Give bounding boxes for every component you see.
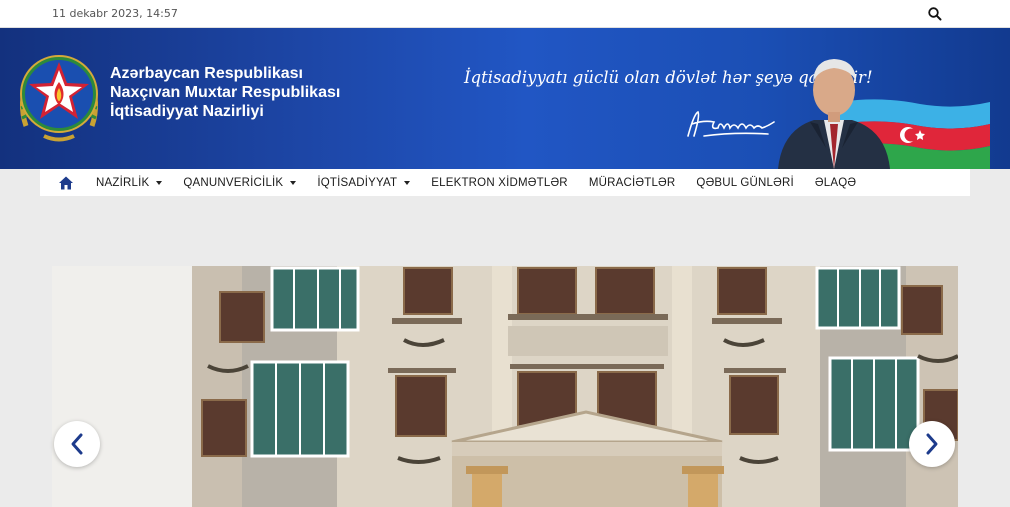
portrait-image [778, 59, 890, 169]
building-photo [52, 266, 958, 507]
nav-item-elaqe[interactable]: ƏLAQƏ [815, 177, 856, 189]
caret-down-icon [156, 180, 163, 185]
nav-item-qebul-gunleri[interactable]: QƏBUL GÜNLƏRİ [696, 177, 793, 189]
nav-item-label: NAZİRLİK [96, 176, 150, 189]
state-emblem-icon[interactable] [14, 48, 104, 148]
caret-down-icon [404, 180, 411, 185]
current-date: 11 dekabr 2023, 14:57 [52, 7, 178, 20]
home-icon[interactable] [58, 175, 74, 191]
main-nav: NAZİRLİK QANUNVERİCİLİK İQTİSADİYYAT ELE… [40, 169, 970, 196]
nav-item-iqtisadiyyat[interactable]: İQTİSADİYYAT [317, 176, 411, 189]
top-bar: 11 dekabr 2023, 14:57 [0, 0, 1010, 28]
hero-slider[interactable] [52, 266, 958, 507]
nav-item-label: İQTİSADİYYAT [317, 176, 398, 189]
slider-next-button[interactable] [909, 421, 955, 467]
nav-item-label: QANUNVERİCİLİK [183, 176, 284, 189]
nav-item-muracietler[interactable]: MÜRACİƏTLƏR [589, 177, 676, 189]
nav-item-qanunvericilik[interactable]: QANUNVERİCİLİK [183, 176, 297, 189]
title-line-3: İqtisadiyyat Nazirliyi [110, 103, 264, 120]
nav-item-label: ƏLAQƏ [814, 176, 857, 189]
title-line-1: Azərbaycan Respublikası [110, 65, 303, 82]
header-banner: Azərbaycan Respublikası Naxçıvan Muxtar … [0, 28, 1010, 169]
title-line-2: Naxçıvan Muxtar Respublikası [110, 84, 341, 101]
nav-item-nazirlik[interactable]: NAZİRLİK [96, 176, 163, 189]
nav-item-elektron-xidmetler[interactable]: ELEKTRON XİDMƏTLƏR [431, 177, 568, 189]
slider-prev-button[interactable] [54, 421, 100, 467]
ministry-title[interactable]: Azərbaycan Respublikası Naxçıvan Muxtar … [110, 64, 340, 121]
caret-down-icon [290, 180, 297, 185]
search-icon[interactable] [927, 6, 943, 22]
nav-item-label: QƏBUL GÜNLƏRİ [696, 176, 794, 189]
nav-item-label: ELEKTRON XİDMƏTLƏR [431, 176, 568, 189]
nav-wrapper: NAZİRLİK QANUNVERİCİLİK İQTİSADİYYAT ELE… [0, 169, 1010, 196]
nav-item-label: MÜRACİƏTLƏR [588, 176, 676, 189]
chevron-right-icon [926, 433, 938, 455]
chevron-left-icon [71, 433, 83, 455]
